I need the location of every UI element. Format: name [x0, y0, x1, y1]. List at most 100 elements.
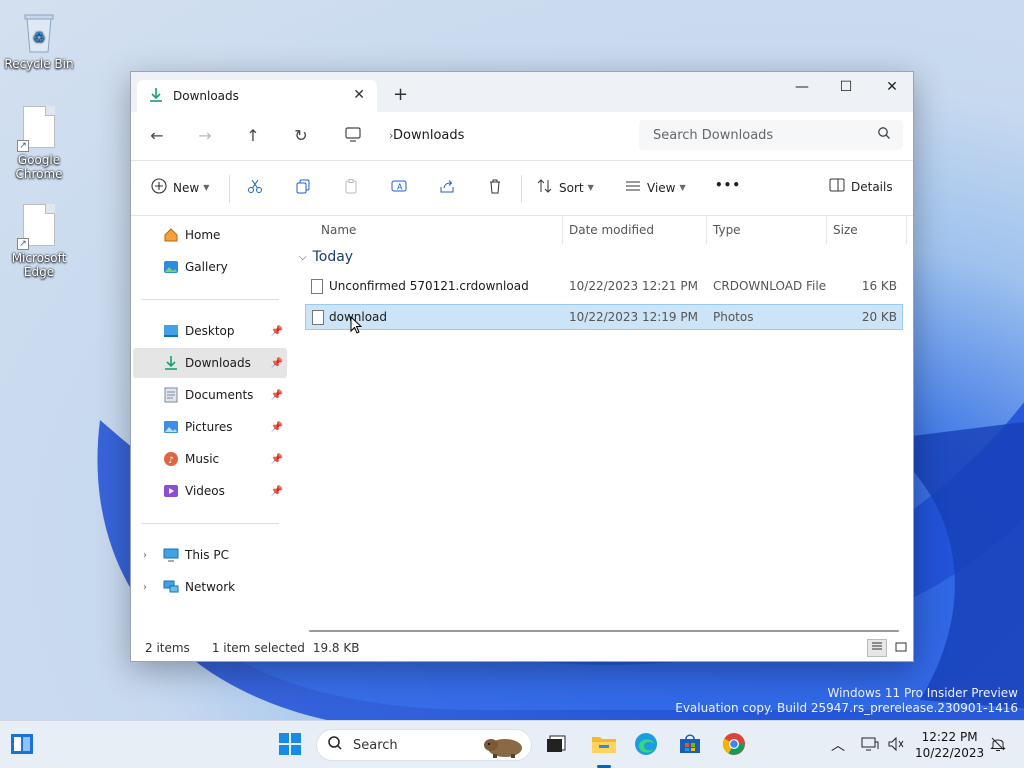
- details-pane-icon: [829, 178, 845, 195]
- widgets-button[interactable]: [8, 731, 36, 759]
- more-options-button[interactable]: •••: [715, 178, 741, 192]
- file-name: Unconfirmed 570121.crdownload: [329, 279, 529, 293]
- paste-button[interactable]: [343, 178, 359, 197]
- up-button[interactable]: ↑: [243, 126, 263, 145]
- pin-icon[interactable]: 📌: [271, 390, 283, 401]
- view-button[interactable]: View ▼: [625, 178, 686, 197]
- sort-button[interactable]: Sort ▼: [537, 178, 594, 197]
- sidebar-item-videos[interactable]: Videos 📌: [133, 476, 287, 506]
- desktop-icon-recycle-bin[interactable]: ♻ Recycle Bin: [4, 10, 74, 71]
- clock-time: 12:22 PM: [921, 730, 978, 744]
- tab-label: Downloads: [173, 89, 239, 103]
- chevron-up-icon: ︿: [831, 738, 845, 754]
- forward-button[interactable]: →: [195, 126, 215, 145]
- clipboard-icon: [343, 178, 359, 197]
- sidebar-item-home[interactable]: Home: [133, 220, 287, 250]
- refresh-button[interactable]: ↻: [291, 126, 311, 145]
- new-button[interactable]: New ▼: [151, 178, 209, 197]
- navigation-bar: ← → ↑ ↻ › Downloads Search Downloads: [131, 112, 913, 160]
- file-row[interactable]: download 10/22/2023 12:19 PM Photos 20 K…: [305, 304, 903, 330]
- selection-size: 19.8 KB: [312, 641, 360, 655]
- group-header-today[interactable]: ⌵ Today: [299, 249, 353, 265]
- taskbar-search-box[interactable]: Search: [316, 729, 532, 761]
- breadcrumb-downloads[interactable]: Downloads: [393, 128, 464, 143]
- file-row[interactable]: Unconfirmed 570121.crdownload 10/22/2023…: [305, 273, 903, 299]
- tiles-view-icon: [895, 641, 907, 655]
- gallery-icon: [163, 259, 179, 275]
- clock[interactable]: 12:22 PM 10/22/2023: [915, 729, 984, 761]
- pin-icon[interactable]: 📌: [271, 454, 283, 465]
- notifications-button[interactable]: [984, 731, 1012, 759]
- column-header-size[interactable]: Size: [827, 216, 907, 244]
- volume-button[interactable]: [882, 731, 910, 759]
- pin-icon[interactable]: 📌: [271, 486, 283, 497]
- details-pane-button[interactable]: Details: [829, 178, 893, 195]
- mouse-cursor-icon: [350, 316, 362, 334]
- address-bar[interactable]: › Downloads: [333, 120, 629, 150]
- trash-icon: [487, 178, 503, 197]
- cut-button[interactable]: [247, 178, 263, 197]
- command-bar: New ▼ A Sort ▼ View ▼ ••• Details: [131, 160, 913, 216]
- start-button[interactable]: [276, 731, 304, 759]
- delete-button[interactable]: [487, 178, 503, 197]
- horizontal-scrollbar[interactable]: [309, 630, 899, 632]
- chrome-icon: [722, 732, 746, 759]
- details-view-button[interactable]: [867, 639, 887, 657]
- plus-circle-icon: [151, 178, 167, 197]
- file-icon: [311, 278, 323, 294]
- taskbar-file-explorer[interactable]: [590, 731, 618, 759]
- show-hidden-icons-button[interactable]: ︿: [824, 731, 852, 759]
- svg-text:A: A: [397, 183, 403, 192]
- toolbar-divider: [229, 175, 230, 203]
- sidebar-item-downloads[interactable]: Downloads 📌: [133, 348, 287, 378]
- navigation-pane: Home Gallery Desktop 📌 Downloads 📌 Docum…: [131, 216, 291, 631]
- network-status-button[interactable]: [856, 731, 884, 759]
- sidebar-item-pictures[interactable]: Pictures 📌: [133, 412, 287, 442]
- search-icon: [877, 126, 891, 144]
- pin-icon[interactable]: 📌: [271, 358, 283, 369]
- file-shortcut-icon: ↗: [17, 106, 57, 152]
- desktop-folder-icon: [163, 323, 179, 339]
- search-input[interactable]: Search Downloads: [639, 120, 903, 150]
- pin-icon[interactable]: 📌: [271, 422, 283, 433]
- back-button[interactable]: ←: [147, 126, 167, 145]
- documents-icon: [163, 387, 179, 403]
- taskbar-microsoft-store[interactable]: [676, 731, 704, 759]
- taskbar-edge[interactable]: [632, 731, 660, 759]
- sidebar-item-music[interactable]: ♪ Music 📌: [133, 444, 287, 474]
- network-tray-icon: [861, 736, 879, 755]
- close-window-button[interactable]: ✕: [869, 72, 915, 102]
- close-tab-icon[interactable]: ✕: [353, 87, 365, 103]
- rename-button[interactable]: A: [391, 178, 407, 197]
- music-icon: ♪: [163, 451, 179, 467]
- chevron-right-icon[interactable]: ›: [143, 550, 147, 561]
- new-tab-button[interactable]: +: [393, 84, 408, 105]
- tab-downloads[interactable]: Downloads ✕: [137, 80, 377, 112]
- share-button[interactable]: [439, 178, 455, 197]
- sidebar-item-network[interactable]: › Network: [133, 572, 287, 602]
- chevron-down-icon: ▼: [203, 183, 210, 192]
- minimize-button[interactable]: —: [779, 72, 825, 102]
- desktop-icon-microsoft-edge[interactable]: ↗ Microsoft Edge: [4, 204, 74, 279]
- selection-count: 1 item selected: [211, 641, 305, 655]
- sidebar-item-this-pc[interactable]: › This PC: [133, 540, 287, 570]
- column-header-name[interactable]: Name: [315, 216, 563, 244]
- file-type: CRDOWNLOAD File: [713, 279, 827, 293]
- file-list: Name Date modified Type Size ⌵ Today Unc…: [291, 216, 913, 632]
- task-view-button[interactable]: [542, 731, 570, 759]
- desktop-icon-google-chrome[interactable]: ↗ Google Chrome: [4, 106, 74, 181]
- column-header-type[interactable]: Type: [707, 216, 827, 244]
- sidebar-item-gallery[interactable]: Gallery: [133, 252, 287, 282]
- pin-icon[interactable]: 📌: [271, 326, 283, 337]
- column-header-date-modified[interactable]: Date modified: [563, 216, 707, 244]
- chevron-right-icon[interactable]: ›: [143, 582, 147, 593]
- taskbar-chrome[interactable]: [720, 731, 748, 759]
- item-count: 2 items: [145, 641, 190, 655]
- videos-icon: [163, 483, 179, 499]
- maximize-button[interactable]: ☐: [823, 72, 869, 102]
- sidebar-item-desktop[interactable]: Desktop 📌: [133, 316, 287, 346]
- svg-text:♪: ♪: [168, 456, 174, 466]
- tiles-view-button[interactable]: [891, 639, 911, 657]
- copy-button[interactable]: [295, 178, 311, 197]
- sidebar-item-documents[interactable]: Documents 📌: [133, 380, 287, 410]
